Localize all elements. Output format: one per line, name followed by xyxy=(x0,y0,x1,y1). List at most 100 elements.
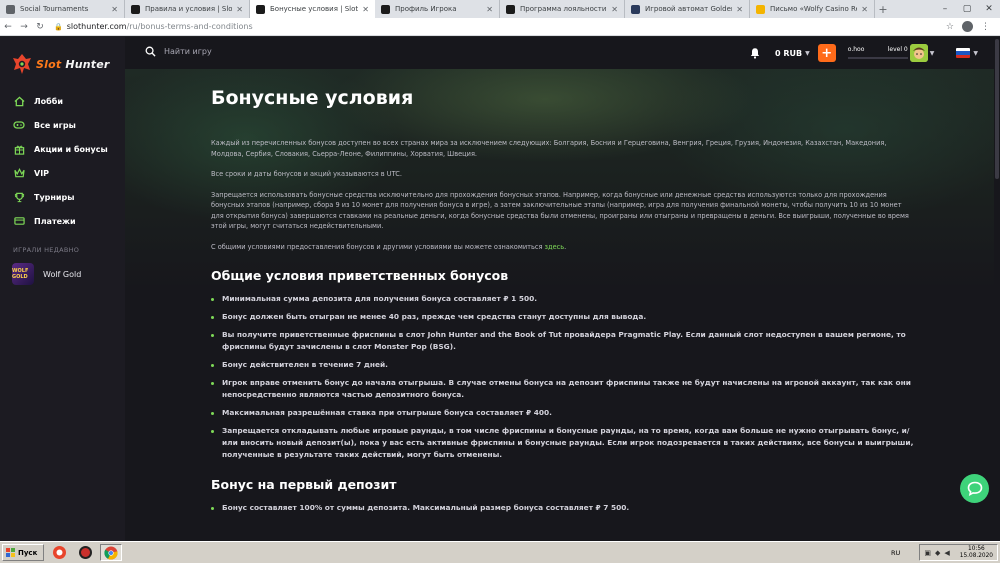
page-scrollbar[interactable] xyxy=(994,37,1000,541)
search-input[interactable]: Найти игру xyxy=(164,47,212,56)
close-icon[interactable]: ✕ xyxy=(486,5,493,14)
game-favicon-icon xyxy=(631,4,640,14)
list-item: Максимальная разрешённая ставка при отыг… xyxy=(211,407,916,419)
url-field[interactable]: slothunter.com/ru/bonus-terms-and-condit… xyxy=(67,22,946,31)
forward-icon[interactable]: → xyxy=(16,22,32,32)
sidebar-item-label: Платежи xyxy=(34,216,76,226)
home-icon xyxy=(13,95,25,107)
list-item: Бонус действителен в течение 7 дней. xyxy=(211,359,916,371)
close-icon[interactable]: ✕ xyxy=(611,5,618,14)
slothunter-favicon-icon xyxy=(256,4,265,14)
bullet-list: Минимальная сумма депозита для получения… xyxy=(211,293,916,461)
window-controls: – ▢ ✕ xyxy=(934,0,1000,18)
star-icon[interactable]: ☆ xyxy=(946,22,954,32)
close-icon[interactable]: ✕ xyxy=(236,5,243,14)
browser-tab[interactable]: Игровой автомат Golden Grimo ✕ xyxy=(625,0,750,18)
sidebar-item-tournaments[interactable]: Турниры xyxy=(0,185,125,209)
user-level-box[interactable]: o.hoo level 0 xyxy=(846,43,908,63)
browser-tab-title: Social Tournaments xyxy=(20,5,89,13)
browser-tab-title: Письмо «Wolfy Casino Received xyxy=(770,5,857,13)
app-icon xyxy=(52,546,66,559)
close-icon[interactable]: ✕ xyxy=(362,5,369,14)
chevron-down-icon[interactable]: ▼ xyxy=(805,50,810,57)
close-icon[interactable]: ✕ xyxy=(861,5,868,14)
section-title: Общие условия приветственных бонусов xyxy=(211,268,509,283)
minimize-icon[interactable]: – xyxy=(934,0,956,18)
search-bar[interactable]: Найти игру xyxy=(145,46,212,57)
game-thumbnail: WOLF GOLD xyxy=(12,263,34,285)
browser-tab-title: Профиль Игрока xyxy=(395,5,457,13)
scrollbar-thumb[interactable] xyxy=(995,39,999,179)
level-label: level 0 xyxy=(887,46,908,53)
live-chat-button[interactable] xyxy=(960,474,989,503)
paragraph: Запрещается использовать бонусные средст… xyxy=(211,190,909,231)
close-icon[interactable]: ✕ xyxy=(736,5,743,14)
back-icon[interactable]: ← xyxy=(0,22,16,32)
sidebar-item-lobby[interactable]: Лобби xyxy=(0,89,125,113)
menu-dots-icon[interactable]: ⋮ xyxy=(981,22,990,32)
terms-link[interactable]: здесь xyxy=(545,243,565,251)
recent-game-item[interactable]: WOLF GOLD Wolf Gold xyxy=(12,263,81,285)
crown-icon xyxy=(13,167,25,179)
sidebar-item-promotions[interactable]: Акции и бонусы xyxy=(0,137,125,161)
terms-article: Бонусные условия Каждый из перечисленных… xyxy=(211,87,916,520)
chat-bubble-icon xyxy=(967,481,982,496)
list-item: Запрещается откладывать любые игровые ра… xyxy=(211,425,916,461)
list-item: Минимальная сумма депозита для получения… xyxy=(211,293,916,305)
header-actions: 0 RUB ▼ + o.hoo level 0 ▼ ▼ xyxy=(749,43,986,63)
shield-icon[interactable]: ◆ xyxy=(935,549,940,557)
browser-tab[interactable]: Профиль Игрока ✕ xyxy=(375,0,500,18)
close-icon[interactable]: ✕ xyxy=(111,5,118,14)
network-icon[interactable]: ▣ xyxy=(924,549,931,557)
start-button[interactable]: Пуск xyxy=(2,544,45,561)
list-item: Игрок вправе отменить бонус до начала от… xyxy=(211,377,916,401)
russia-flag-icon[interactable] xyxy=(956,48,971,58)
bell-icon[interactable] xyxy=(749,47,761,59)
sidebar-menu: Лобби Все игры Акции и бонусы VIP Турнир… xyxy=(0,89,125,233)
recent-game-label: Wolf Gold xyxy=(43,269,82,279)
browser-tab-active[interactable]: Бонусные условия | Slot Hunte ✕ xyxy=(250,0,375,18)
chevron-down-icon[interactable]: ▼ xyxy=(930,50,935,57)
balance-display[interactable]: 0 RUB xyxy=(775,49,802,58)
browser-tab[interactable]: Программа лояльности | Slot H ✕ xyxy=(500,0,625,18)
site-header: Найти игру 0 RUB ▼ + o.hoo level 0 ▼ ▼ xyxy=(125,37,1000,69)
trophy-icon xyxy=(13,191,25,203)
maximize-icon[interactable]: ▢ xyxy=(956,0,978,18)
os-taskbar: Пуск RU ▣ ◆ ◀ 10:56 15.08.2020 xyxy=(0,541,1000,563)
slothunter-favicon-icon xyxy=(506,4,515,14)
sidebar-item-label: Турниры xyxy=(34,192,75,202)
close-window-icon[interactable]: ✕ xyxy=(978,0,1000,18)
browser-tab[interactable]: Правила и условия | Slot Hunte ✕ xyxy=(125,0,250,18)
new-tab-button[interactable]: + xyxy=(875,0,891,18)
clock[interactable]: 10:56 15.08.2020 xyxy=(960,546,993,560)
browser-tab[interactable]: Social Tournaments ✕ xyxy=(0,0,125,18)
recent-heading: ИГРАЛИ НЕДАВНО xyxy=(13,246,80,254)
browser-tab[interactable]: Письмо «Wolfy Casino Received ✕ xyxy=(750,0,875,18)
volume-icon[interactable]: ◀ xyxy=(944,549,949,557)
site-logo[interactable]: Slot Hunter xyxy=(12,53,110,75)
sidebar-item-payments[interactable]: Платежи xyxy=(0,209,125,233)
taskbar-app-2[interactable] xyxy=(74,544,96,561)
url-domain: slothunter.com xyxy=(66,22,127,31)
clock-time: 10:56 xyxy=(968,545,985,552)
sidebar-item-all-games[interactable]: Все игры xyxy=(0,113,125,137)
taskbar-app-1[interactable] xyxy=(48,544,70,561)
chrome-icon xyxy=(104,546,118,559)
lock-icon[interactable]: 🔒 xyxy=(54,23,63,31)
windows-logo-icon xyxy=(6,548,15,557)
language-indicator[interactable]: RU xyxy=(891,549,900,557)
paragraph: Все сроки и даты бонусов и акций указыва… xyxy=(211,170,402,178)
list-item: Бонус должен быть отыгран не менее 40 ра… xyxy=(211,311,916,323)
deposit-button[interactable]: + xyxy=(817,44,836,62)
avatar[interactable] xyxy=(909,44,928,62)
taskbar-chrome[interactable] xyxy=(100,544,123,561)
browser-tab-title: Игровой автомат Golden Grimo xyxy=(645,5,732,13)
chevron-down-icon[interactable]: ▼ xyxy=(973,50,978,57)
clock-date: 15.08.2020 xyxy=(959,552,993,559)
browser-tabstrip: Social Tournaments ✕ Правила и условия |… xyxy=(0,0,1000,18)
sidebar-item-vip[interactable]: VIP xyxy=(0,161,125,185)
start-label: Пуск xyxy=(18,548,38,557)
reload-icon[interactable]: ↻ xyxy=(32,22,48,32)
profile-icon[interactable] xyxy=(962,21,973,32)
address-bar: ← → ↻ 🔒 slothunter.com/ru/bonus-terms-an… xyxy=(0,18,1000,36)
